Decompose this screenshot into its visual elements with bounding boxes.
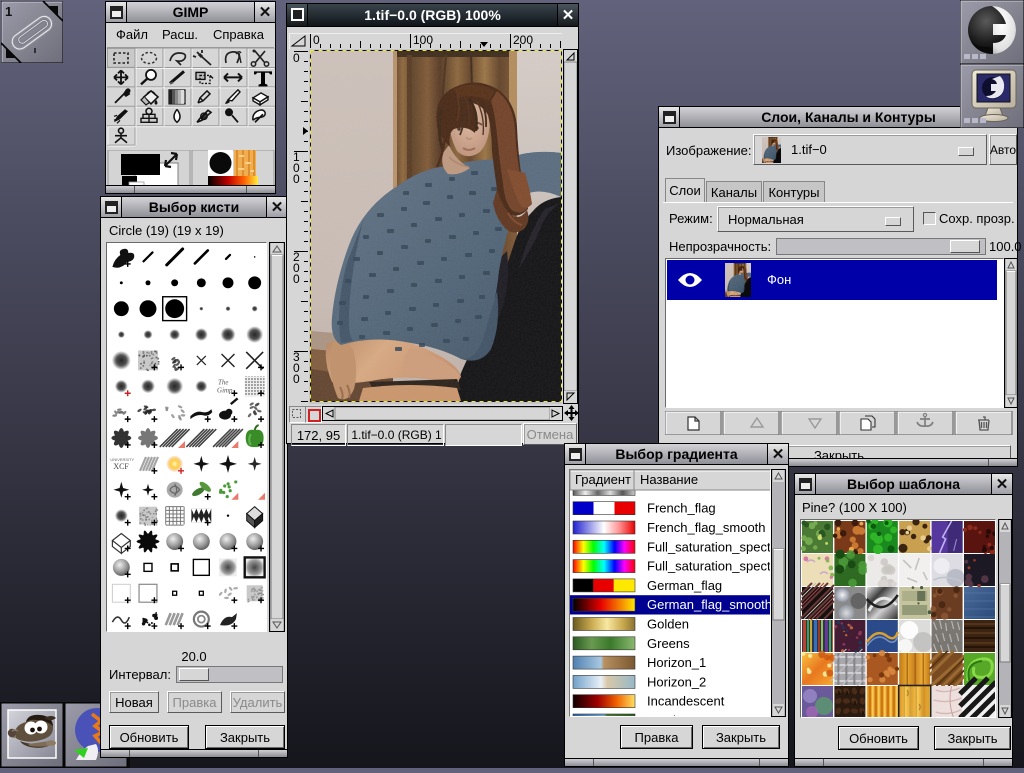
- svg-text:Название: Название: [640, 472, 698, 487]
- svg-text:Horizon_2: Horizon_2: [647, 674, 706, 689]
- svg-text:200: 200: [513, 33, 533, 47]
- svg-text:Градиент: Градиент: [575, 472, 631, 487]
- svg-text:German_flag: German_flag: [647, 578, 722, 593]
- svg-text:Horizon_1: Horizon_1: [647, 655, 706, 670]
- svg-text:1: 1: [5, 4, 12, 19]
- svg-text:0: 0: [293, 172, 300, 186]
- svg-text:French_flag: French_flag: [647, 501, 716, 516]
- svg-text:Full_saturation_spectr: Full_saturation_spectr: [647, 539, 771, 554]
- svg-text:0: 0: [313, 33, 320, 47]
- svg-text:0: 0: [293, 51, 300, 65]
- svg-text:100: 100: [413, 33, 433, 47]
- svg-text:Full_saturation_spectr: Full_saturation_spectr: [647, 559, 771, 574]
- svg-text:German_flag_smooth: German_flag_smooth: [647, 597, 771, 612]
- svg-text:Gimp: Gimp: [217, 386, 233, 394]
- svg-text:Land_1: Land_1: [647, 713, 690, 717]
- svg-text:Golden: Golden: [647, 617, 689, 632]
- svg-text:0: 0: [293, 272, 300, 286]
- svg-text:XCF: XCF: [113, 462, 129, 471]
- svg-text:Incandescent: Incandescent: [647, 694, 725, 709]
- svg-text:Greens: Greens: [647, 636, 690, 651]
- svg-text:0: 0: [293, 372, 300, 386]
- svg-text:French_flag_smooth: French_flag_smooth: [647, 520, 766, 535]
- svg-text:The: The: [218, 378, 228, 386]
